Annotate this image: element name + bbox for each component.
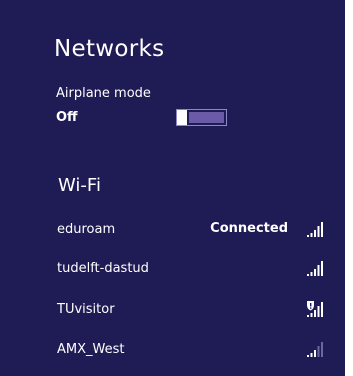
airplane-mode-state: Off: [56, 110, 78, 125]
wifi-signal-icon: [307, 261, 323, 276]
wifi-signal-icon: [307, 222, 323, 237]
wifi-signal-icon: [307, 342, 323, 357]
toggle-track-fill: [189, 112, 224, 123]
network-item-eduroam[interactable]: eduroam Connected: [44, 212, 340, 250]
networks-panel: Networks Airplane mode Off Wi-Fi eduroam…: [0, 0, 345, 376]
network-item-tuvisitor[interactable]: TUvisitor: [44, 292, 340, 330]
wifi-section-title: Wi-Fi: [58, 175, 101, 196]
network-status: Connected: [210, 221, 288, 236]
page-title: Networks: [54, 36, 165, 62]
network-name: AMX_West: [57, 342, 125, 357]
airplane-mode-label: Airplane mode: [56, 86, 151, 101]
network-item-tudelft-dastud[interactable]: tudelft-dastud: [44, 251, 340, 289]
network-name: TUvisitor: [57, 302, 115, 317]
airplane-mode-toggle[interactable]: [176, 109, 227, 126]
network-item-amx-west[interactable]: AMX_West: [44, 332, 340, 370]
network-name: tudelft-dastud: [57, 261, 149, 276]
network-name: eduroam: [57, 222, 116, 237]
toggle-thumb[interactable]: [177, 110, 187, 125]
wifi-signal-icon: [307, 301, 323, 317]
